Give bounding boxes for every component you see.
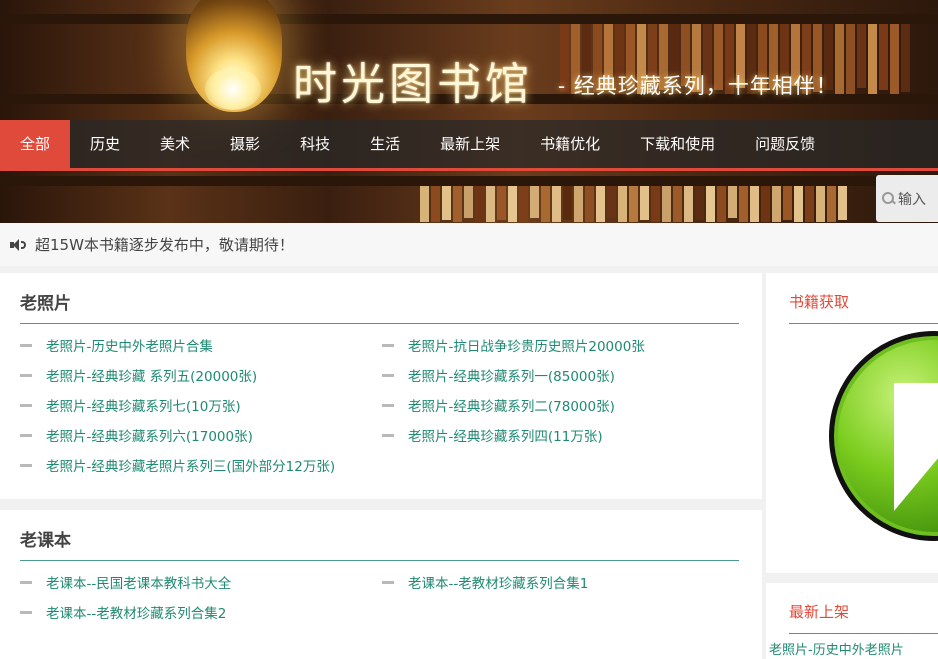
list-item: 老课本--民国老课本教科书大全 xyxy=(20,572,382,592)
notice-bar: 超15W本书籍逐步发布中，敬请期待！ xyxy=(0,223,938,266)
search-input[interactable] xyxy=(898,190,938,207)
divider xyxy=(789,323,938,324)
nav-item-book-optimization[interactable]: 书籍优化 xyxy=(520,120,620,168)
dash-bullet xyxy=(382,343,394,347)
book-link[interactable]: 老照片-经典珍藏系列六(17000张) xyxy=(46,425,253,445)
search-box[interactable] xyxy=(876,175,938,222)
book-link[interactable]: 老照片-经典珍藏 系列五(20000张) xyxy=(46,365,257,385)
download-arrow-icon xyxy=(894,383,938,453)
list-item: 老照片-历史中外老照片合集 xyxy=(20,335,382,355)
divider xyxy=(20,323,739,324)
book-link[interactable]: 老照片-抗日战争珍贵历史照片20000张 xyxy=(408,335,645,355)
dash-bullet xyxy=(20,403,32,407)
sidebar-title: 最新上架 xyxy=(789,603,850,621)
nav-item-history[interactable]: 历史 xyxy=(70,120,140,168)
book-link[interactable]: 老照片-经典珍藏系列四(11万张) xyxy=(408,425,603,445)
site-slogan: - 经典珍藏系列，十年相伴！ xyxy=(558,74,838,98)
site-title: 时光图书馆 xyxy=(293,59,533,110)
nav-item-art[interactable]: 美术 xyxy=(140,120,210,168)
shelf xyxy=(0,14,938,24)
divider xyxy=(20,560,739,561)
list-item: 老照片-经典珍藏系列六(17000张) xyxy=(20,425,382,445)
header-banner: 时光图书馆 - 经典珍藏系列，十年相伴！ 全部 历史 美术 摄影 科技 生活 最… xyxy=(0,0,938,223)
list-item: 老照片-抗日战争珍贵历史照片20000张 xyxy=(382,335,744,355)
list-item: 老照片-经典珍藏系列一(85000张) xyxy=(382,365,744,385)
dash-bullet xyxy=(20,580,32,584)
dash-bullet xyxy=(382,580,394,584)
speaker-icon xyxy=(10,238,28,252)
book-link[interactable]: 老课本--老教材珍藏系列合集1 xyxy=(408,572,588,592)
book-link[interactable]: 老课本--民国老课本教科书大全 xyxy=(46,572,231,592)
book-link[interactable]: 老课本--老教材珍藏系列合集2 xyxy=(46,602,226,622)
dash-bullet xyxy=(382,373,394,377)
dash-bullet xyxy=(20,610,32,614)
book-link[interactable]: 老照片-经典珍藏系列一(85000张) xyxy=(408,365,615,385)
sidebar-title: 书籍获取 xyxy=(789,293,850,311)
download-arrow-head-icon xyxy=(894,451,938,511)
nav-item-download-usage[interactable]: 下载和使用 xyxy=(620,120,735,168)
nav-item-feedback[interactable]: 问题反馈 xyxy=(735,120,835,168)
section-title: 老课本 xyxy=(20,531,71,551)
divider xyxy=(789,633,938,634)
nav-item-technology[interactable]: 科技 xyxy=(280,120,350,168)
section-title: 老照片 xyxy=(20,294,71,314)
book-link[interactable]: 老照片-历史中外老照片合集 xyxy=(46,335,213,355)
dash-bullet xyxy=(382,403,394,407)
bookshelf-books xyxy=(420,186,847,222)
dash-bullet xyxy=(20,433,32,437)
shelf xyxy=(0,176,938,186)
book-link[interactable]: 老照片-经典珍藏系列二(78000张) xyxy=(408,395,615,415)
sidebar-new-arrivals: 最新上架 老照片-历史中外老照片 xyxy=(766,583,938,659)
nav-item-life[interactable]: 生活 xyxy=(350,120,420,168)
list-item: 老照片-经典珍藏 系列五(20000张) xyxy=(20,365,382,385)
dash-bullet xyxy=(20,373,32,377)
sidebar-book-link[interactable]: 老照片-历史中外老照片 xyxy=(769,639,904,658)
list-item: 老照片-经典珍藏系列二(78000张) xyxy=(382,395,744,415)
section-old-textbooks: 老课本 老课本--民国老课本教科书大全 老课本--老教材珍藏系列合集1 老课本-… xyxy=(0,510,762,659)
list-item: 老照片-经典珍藏系列七(10万张) xyxy=(20,395,382,415)
link-list: 老课本--民国老课本教科书大全 老课本--老教材珍藏系列合集1 老课本--老教材… xyxy=(20,572,744,622)
list-item: 老课本--老教材珍藏系列合集2 xyxy=(20,602,382,622)
main-nav: 全部 历史 美术 摄影 科技 生活 最新上架 书籍优化 下载和使用 问题反馈 xyxy=(0,120,938,171)
list-item: 老照片-经典珍藏老照片系列三(国外部分12万张) xyxy=(20,455,382,475)
book-link[interactable]: 老照片-经典珍藏老照片系列三(国外部分12万张) xyxy=(46,455,335,475)
dash-bullet xyxy=(20,343,32,347)
nav-item-all[interactable]: 全部 xyxy=(0,120,71,168)
section-old-photos: 老照片 老照片-历史中外老照片合集 老照片-抗日战争珍贵历史照片20000张 老… xyxy=(0,273,762,499)
nav-item-new-arrivals[interactable]: 最新上架 xyxy=(420,120,520,168)
link-list: 老照片-历史中外老照片合集 老照片-抗日战争珍贵历史照片20000张 老照片-经… xyxy=(20,335,744,475)
dash-bullet xyxy=(20,463,32,467)
lamp-glow xyxy=(205,68,261,110)
list-item: 老课本--老教材珍藏系列合集1 xyxy=(382,572,744,592)
notice-text: 超15W本书籍逐步发布中，敬请期待！ xyxy=(35,236,294,254)
search-icon[interactable] xyxy=(882,191,894,206)
nav-item-photography[interactable]: 摄影 xyxy=(210,120,280,168)
book-link[interactable]: 老照片-经典珍藏系列七(10万张) xyxy=(46,395,241,415)
list-item: 老照片-经典珍藏系列四(11万张) xyxy=(382,425,744,445)
sidebar-book-download: 书籍获取 xyxy=(766,273,938,573)
dash-bullet xyxy=(382,433,394,437)
